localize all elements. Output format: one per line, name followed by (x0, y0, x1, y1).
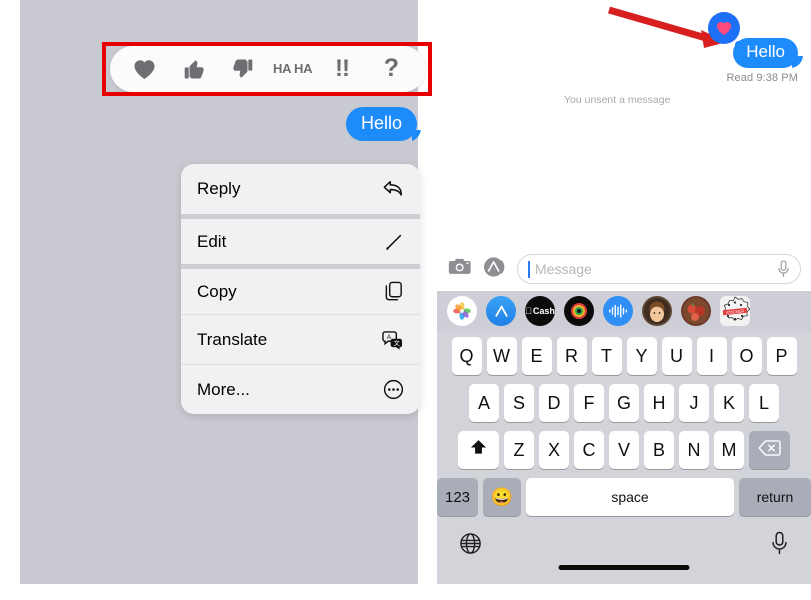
backspace-key[interactable] (749, 431, 790, 469)
key-w[interactable]: W (486, 337, 517, 375)
key-l[interactable]: L (749, 384, 779, 422)
shift-icon (469, 438, 488, 462)
reaction-bar-highlight-box (102, 42, 432, 96)
key-e[interactable]: E (521, 337, 552, 375)
copy-icon (384, 281, 404, 302)
message-context-menu[interactable]: Reply Edit Copy Translate A 文 More... (181, 164, 420, 414)
key-t[interactable]: T (591, 337, 622, 375)
message-input-field[interactable]: Message (517, 254, 801, 284)
space-key[interactable]: space (526, 478, 734, 516)
context-menu-item-more[interactable]: More... (181, 364, 420, 414)
key-c[interactable]: C (574, 431, 604, 469)
key-p[interactable]: P (766, 337, 797, 375)
left-message-bubble[interactable]: Hello (346, 107, 418, 141)
key-x[interactable]: X (539, 431, 569, 469)
right-message-text: Hello (746, 42, 785, 61)
key-i[interactable]: I (696, 337, 727, 375)
screenshot-root: Hello HA HA !! ? Reply Edit Copy Transla… (0, 0, 811, 600)
left-message-bubble-tail (412, 130, 426, 144)
context-menu-label: Edit (197, 231, 227, 251)
key-u[interactable]: U (661, 337, 692, 375)
text-cursor (528, 260, 530, 278)
left-message-text: Hello (361, 113, 403, 133)
right-panel-screenshot: Hello Read 9:38 PM You unsent a message (437, 0, 811, 584)
key-v[interactable]: V (609, 431, 639, 469)
keyboard-row-1: Q W E R T Y U I O P (437, 337, 811, 375)
music-app-icon[interactable] (564, 296, 594, 326)
key-b[interactable]: B (644, 431, 674, 469)
message-placeholder: Message (535, 261, 592, 277)
read-receipt-status: Read 9:38 PM (726, 72, 798, 84)
imessage-app-drawer:  Cash (437, 291, 811, 331)
translate-icon: A 文 (381, 330, 404, 350)
message-input-bar: Message (437, 247, 811, 291)
key-g[interactable]: G (609, 384, 639, 422)
onscreen-keyboard: Q W E R T Y U I O P A S D F G H J K L Z … (437, 331, 811, 584)
pencil-icon (384, 232, 404, 252)
context-menu-item-translate[interactable]: Translate A 文 (181, 314, 420, 364)
memoji-app-icon[interactable] (642, 296, 672, 326)
key-r[interactable]: R (556, 337, 587, 375)
context-menu-label: More... (197, 379, 250, 399)
key-a[interactable]: A (469, 384, 499, 422)
globe-key[interactable] (459, 532, 482, 560)
apple-cash-app-icon[interactable]:  Cash (525, 296, 555, 326)
key-d[interactable]: D (539, 384, 569, 422)
ellipsis-circle-icon (383, 379, 404, 400)
apple-cash-label: Cash (529, 306, 555, 316)
sticker-app-icon[interactable]: STICKER (720, 296, 750, 326)
key-h[interactable]: H (644, 384, 674, 422)
backspace-icon (758, 439, 781, 462)
shift-key[interactable] (458, 431, 499, 469)
svg-text:文: 文 (394, 339, 400, 347)
app-store-button[interactable] (482, 256, 508, 282)
photos-app-icon[interactable] (447, 296, 477, 326)
unsent-message-note: You unsent a message (564, 94, 671, 106)
heart-reaction-badge[interactable] (708, 12, 740, 44)
dictation-key[interactable] (770, 531, 789, 560)
home-indicator (558, 565, 690, 570)
heart-icon (716, 21, 732, 36)
context-menu-label: Reply (197, 179, 241, 198)
return-key[interactable]: return (739, 478, 811, 516)
microphone-icon[interactable] (777, 260, 790, 278)
key-y[interactable]: Y (626, 337, 657, 375)
keyboard-row-4: 123 😀 space return (437, 478, 811, 516)
key-s[interactable]: S (504, 384, 534, 422)
right-message-bubble[interactable]: Hello (733, 38, 798, 68)
right-message-bubble-tail (792, 56, 805, 70)
numbers-key[interactable]: 123 (437, 478, 478, 516)
left-panel-screenshot: Hello HA HA !! ? Reply Edit Copy Transla… (20, 0, 432, 584)
context-menu-item-reply[interactable]: Reply (181, 164, 420, 214)
keyboard-bottom-row (437, 525, 811, 560)
photo-thumbnail-icon[interactable] (681, 296, 711, 326)
app-store-icon (482, 256, 508, 283)
context-menu-item-copy[interactable]: Copy (181, 264, 420, 314)
conversation-area: Hello Read 9:38 PM You unsent a message (437, 0, 811, 240)
context-menu-item-edit[interactable]: Edit (181, 214, 420, 264)
key-n[interactable]: N (679, 431, 709, 469)
reply-arrow-icon (382, 179, 404, 199)
context-menu-label: Translate (197, 329, 268, 349)
key-q[interactable]: Q (451, 337, 482, 375)
context-menu-label: Copy (197, 281, 237, 301)
apple-logo-icon:  (525, 306, 532, 316)
camera-icon (448, 257, 472, 281)
key-o[interactable]: O (731, 337, 762, 375)
keyboard-row-2: A S D F G H J K L (437, 384, 811, 422)
key-j[interactable]: J (679, 384, 709, 422)
camera-button[interactable] (447, 256, 473, 282)
key-z[interactable]: Z (504, 431, 534, 469)
app-store-app-icon[interactable] (486, 296, 516, 326)
voice-memo-app-icon[interactable] (603, 296, 633, 326)
key-f[interactable]: F (574, 384, 604, 422)
key-m[interactable]: M (714, 431, 744, 469)
keyboard-row-3: Z X C V B N M (437, 431, 811, 469)
emoji-key[interactable]: 😀 (483, 478, 521, 516)
emoji-icon: 😀 (490, 486, 514, 507)
key-k[interactable]: K (714, 384, 744, 422)
